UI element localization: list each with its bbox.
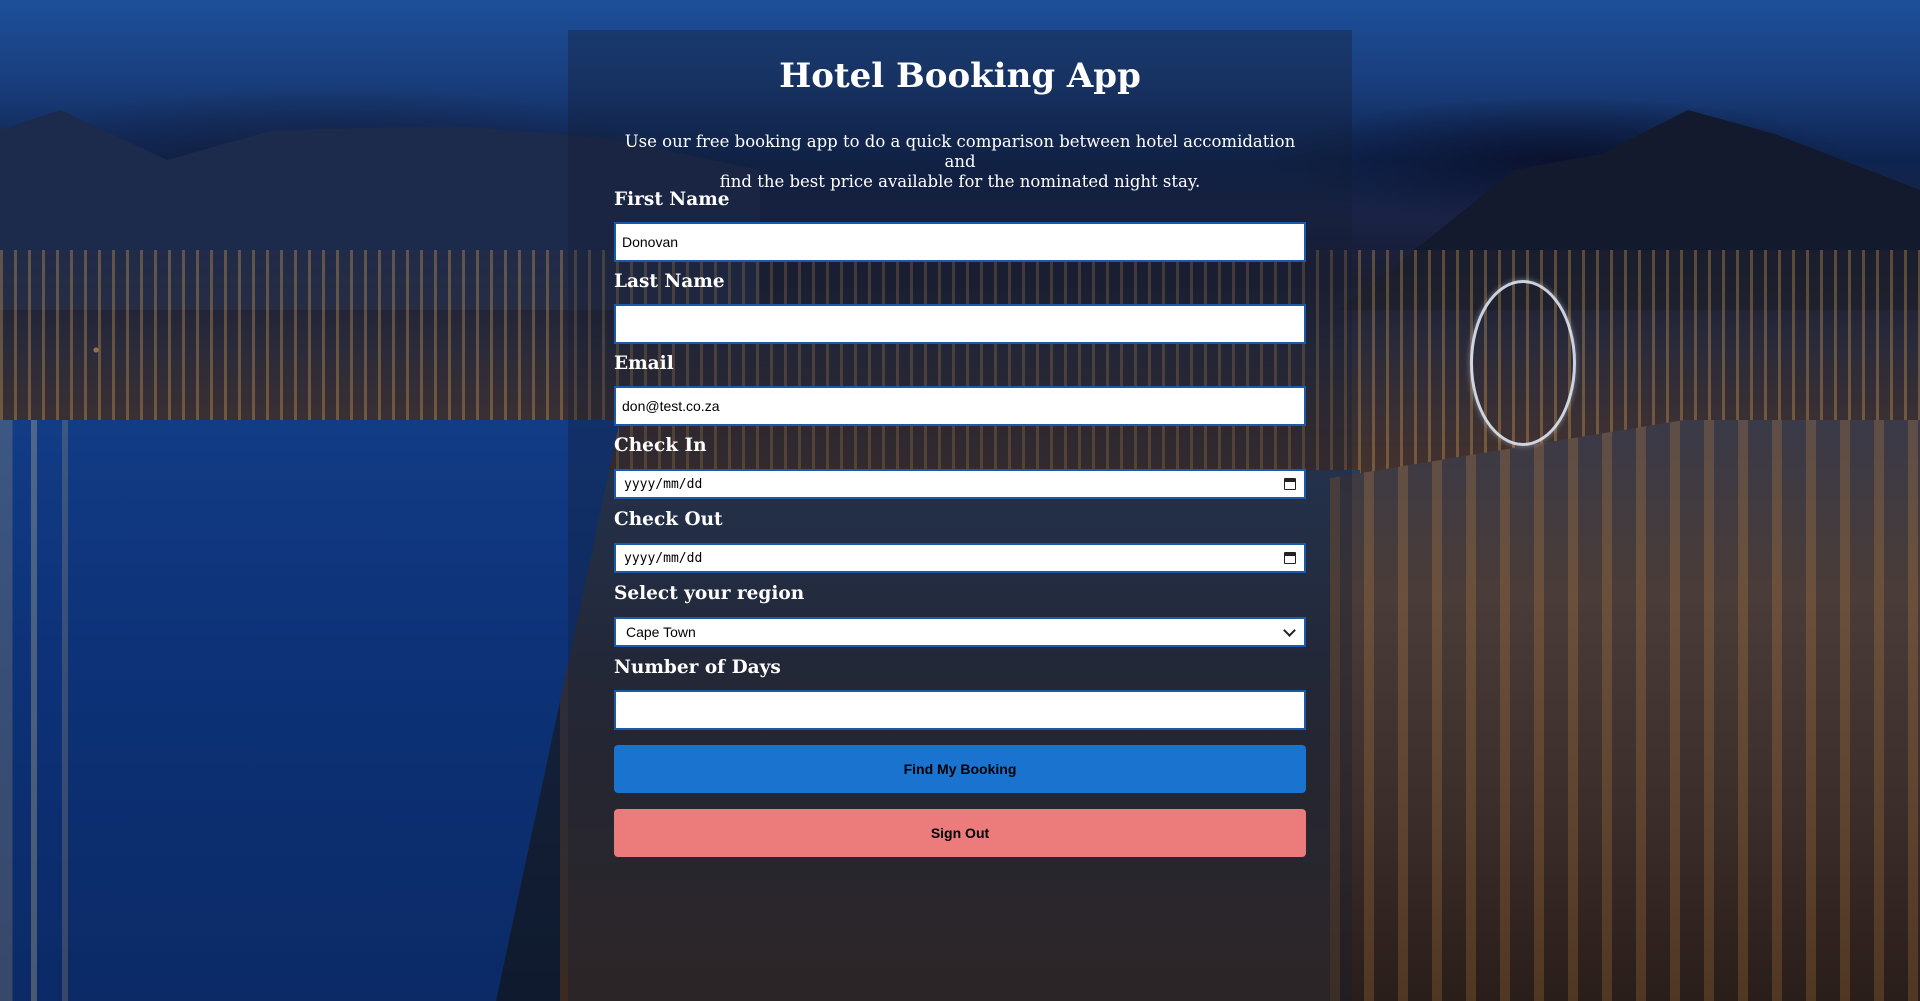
- page-subtitle: Use our free booking app to do a quick c…: [614, 132, 1306, 192]
- region-select[interactable]: Cape Town: [614, 617, 1306, 647]
- background-ferris-wheel: [1470, 280, 1576, 446]
- region-selected-value: Cape Town: [626, 624, 696, 640]
- calendar-icon[interactable]: [1284, 478, 1296, 490]
- sign-out-button[interactable]: Sign Out: [614, 809, 1306, 857]
- background-buildings: [1330, 420, 1920, 1001]
- find-my-booking-button[interactable]: Find My Booking: [614, 745, 1306, 793]
- check-out-date-value: yyyy/mm/dd: [624, 550, 703, 566]
- last-name-input[interactable]: [614, 304, 1306, 344]
- days-label: Number of Days: [614, 657, 781, 678]
- calendar-icon[interactable]: [1284, 552, 1296, 564]
- number-of-days-input[interactable]: [614, 690, 1306, 730]
- email-input[interactable]: [614, 386, 1306, 426]
- subtitle-line-1: Use our free booking app to do a quick c…: [624, 132, 1296, 171]
- check-in-date-input[interactable]: yyyy/mm/dd: [614, 469, 1306, 499]
- check-out-label: Check Out: [614, 509, 723, 530]
- check-in-date-value: yyyy/mm/dd: [624, 476, 703, 492]
- email-label: Email: [614, 353, 674, 374]
- chevron-down-icon: [1283, 623, 1296, 637]
- check-out-date-input[interactable]: yyyy/mm/dd: [614, 543, 1306, 573]
- region-label: Select your region: [614, 583, 805, 604]
- page-title: Hotel Booking App: [779, 56, 1141, 96]
- last-name-label: Last Name: [614, 271, 725, 292]
- first-name-label: First Name: [614, 189, 730, 210]
- first-name-input[interactable]: [614, 222, 1306, 262]
- check-in-label: Check In: [614, 435, 707, 456]
